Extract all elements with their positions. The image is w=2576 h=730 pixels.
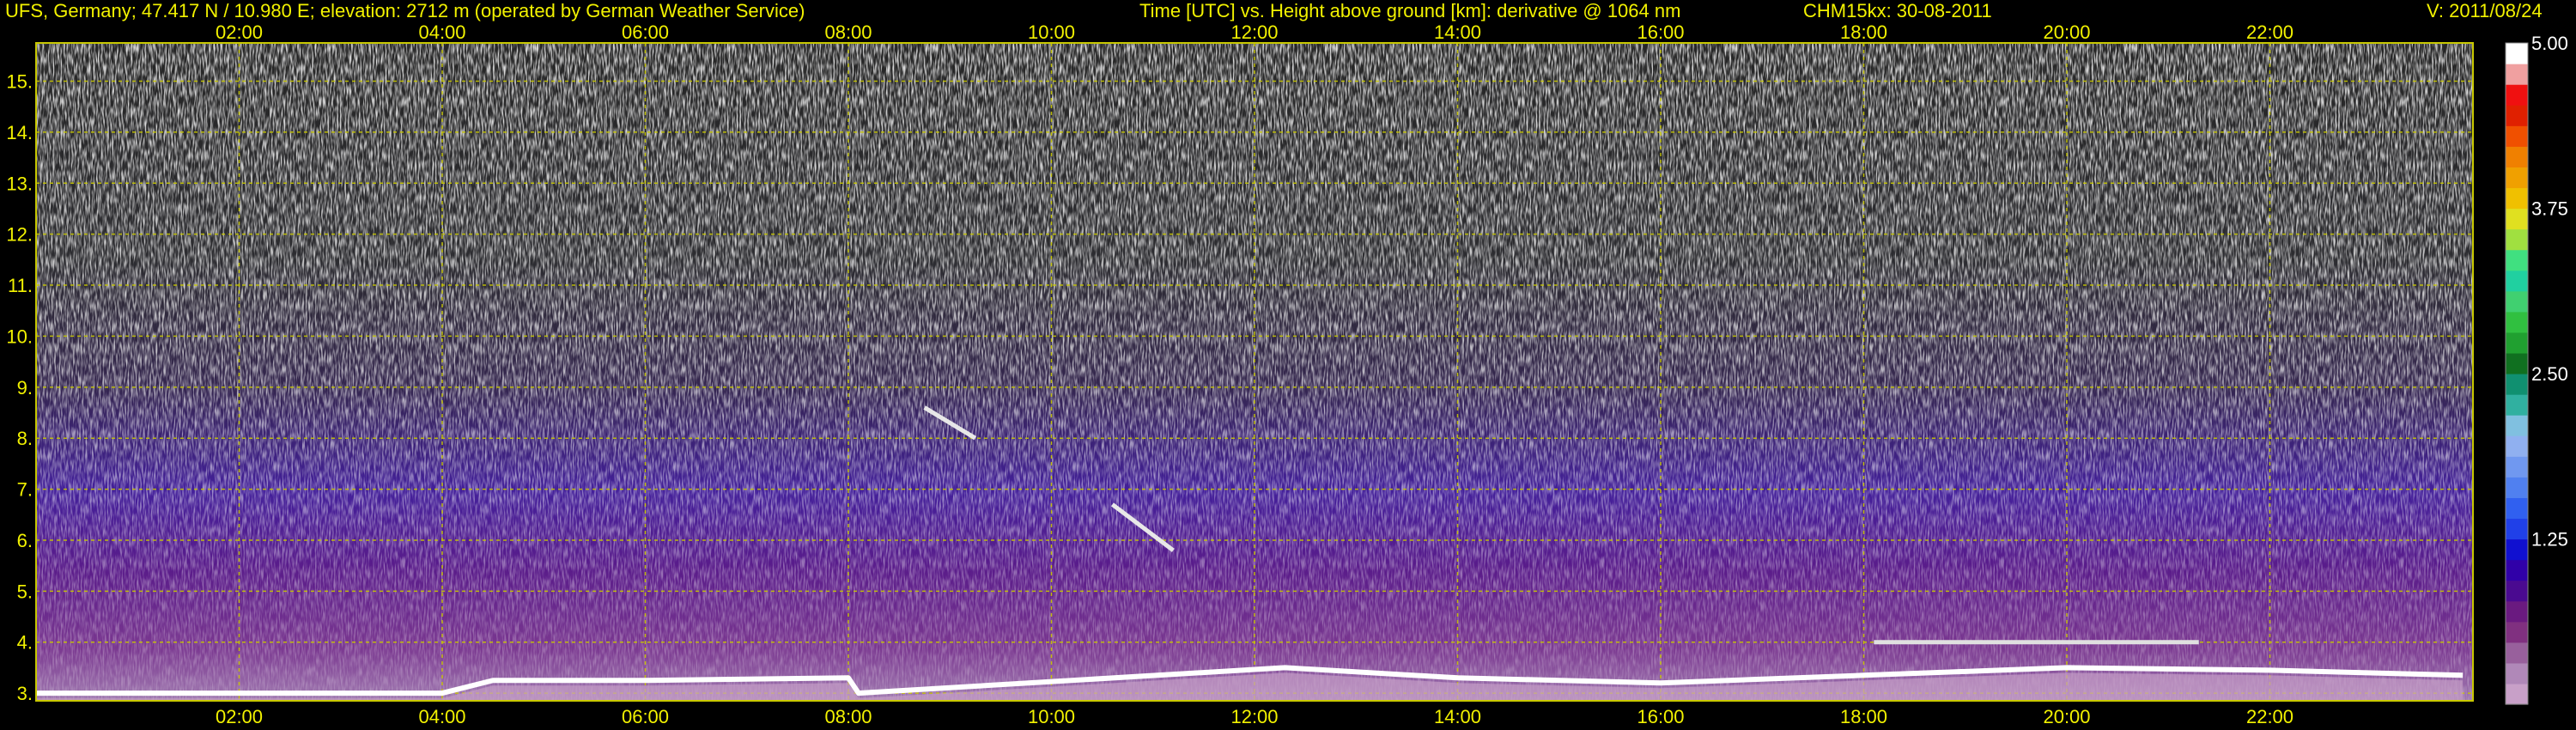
colorbar-segment (2506, 352, 2528, 374)
colorbar-segment (2506, 249, 2528, 271)
x-tick-label-bottom: 12:00 (1230, 706, 1278, 727)
y-tick-label: 3. (17, 683, 33, 704)
x-tick-label-top: 08:00 (824, 21, 872, 43)
colorbar-label: 5.00 (2531, 33, 2568, 54)
x-tick-label-top: 06:00 (622, 21, 669, 43)
x-tick-label-bottom: 22:00 (2246, 706, 2293, 727)
colorbar-segment (2506, 125, 2528, 147)
x-axis-bottom: 02:00 04:00 06:00 08:00 10:00 12:00 14:00 16:00… (216, 706, 2293, 727)
y-axis: 3. 4. 5. 6. 7. 8. 9. 10. 11. 12. 13. 14. 15. (6, 71, 33, 705)
colorbar-segment (2506, 518, 2528, 540)
y-tick-label: 13. (6, 173, 33, 194)
colorbar-segment (2506, 600, 2528, 623)
colorbar-segment (2506, 580, 2528, 602)
colorbar-segment (2506, 311, 2528, 333)
colorbar-segment (2506, 208, 2528, 230)
colorbar-segment (2506, 84, 2528, 106)
y-tick-label: 10. (6, 325, 33, 347)
colorbar-segment (2506, 187, 2528, 210)
x-tick-label-top: 18:00 (1840, 21, 1887, 43)
x-tick-label-top: 10:00 (1028, 21, 1075, 43)
colorbar-segment (2506, 290, 2528, 313)
y-tick-label: 9. (17, 377, 33, 398)
y-tick-label: 11. (8, 275, 33, 296)
lidar-plot: 3. 4. 5. 6. 7. 8. 9. 10. 11. 12. 13. 14. 15. 02:00 04… (6, 21, 2568, 727)
colorbar-segment (2506, 332, 2528, 354)
axis-description: Time [UTC] vs. Height above ground [km]:… (1139, 0, 1681, 21)
instrument-date: CHM15kx: 30-08-2011 (1803, 0, 1992, 21)
x-tick-label-top: 22:00 (2246, 21, 2293, 43)
colorbar-segment (2506, 394, 2528, 416)
colorbar-segment (2506, 662, 2528, 684)
x-tick-label-bottom: 16:00 (1637, 706, 1684, 727)
colorbar-segment (2506, 456, 2528, 478)
x-tick-label-top: 02:00 (216, 21, 263, 43)
location-label: UFS, Germany; 47.417 N / 10.980 E; eleva… (5, 0, 805, 21)
x-tick-label-bottom: 02:00 (216, 706, 263, 727)
colorbar-segment (2506, 559, 2528, 581)
y-tick-label: 6. (17, 530, 33, 551)
x-tick-label-bottom: 20:00 (2043, 706, 2090, 727)
x-tick-label-bottom: 14:00 (1434, 706, 1481, 727)
colorbar-segment (2506, 435, 2528, 457)
y-tick-label: 5. (17, 581, 33, 602)
colorbar-segment (2506, 683, 2528, 705)
version-label: V: 2011/08/24 (2427, 0, 2543, 21)
colorbar-segment (2506, 642, 2528, 664)
x-tick-label-bottom: 08:00 (824, 706, 872, 727)
colorbar-label: 3.75 (2531, 198, 2568, 220)
colorbar-label: 2.50 (2531, 363, 2568, 385)
colorbar-segment (2506, 146, 2528, 167)
x-tick-label-top: 04:00 (418, 21, 465, 43)
colorbar-segment (2506, 374, 2528, 395)
x-tick-label-top: 16:00 (1637, 21, 1684, 43)
colorbar-segment (2506, 497, 2528, 520)
colorbar-label: 1.25 (2531, 529, 2568, 551)
x-tick-label-top: 14:00 (1434, 21, 1481, 43)
x-tick-label-bottom: 06:00 (622, 706, 669, 727)
colorbar-segment (2506, 64, 2528, 85)
y-tick-label: 15. (6, 71, 33, 93)
colorbar-segment (2506, 415, 2528, 436)
x-tick-label-bottom: 04:00 (418, 706, 465, 727)
colorbar-segment (2506, 538, 2528, 561)
y-tick-label: 12. (6, 224, 33, 246)
x-axis-top: 02:00 04:00 06:00 08:00 10:00 12:00 14:00 16:00… (216, 21, 2293, 43)
colorbar-segment (2506, 167, 2528, 189)
x-tick-label-top: 20:00 (2043, 21, 2090, 43)
x-tick-label-bottom: 18:00 (1840, 706, 1887, 727)
y-tick-label: 8. (17, 428, 33, 449)
x-tick-label-top: 12:00 (1230, 21, 1278, 43)
colorbar-segment (2506, 621, 2528, 643)
colorbar: 5.00 3.75 2.50 1.25 (2505, 33, 2568, 705)
colorbar-segment (2506, 270, 2528, 292)
y-tick-label: 14. (6, 122, 33, 143)
x-tick-label-bottom: 10:00 (1028, 706, 1075, 727)
colorbar-segment (2506, 105, 2528, 126)
colorbar-segment (2506, 228, 2528, 251)
colorbar-segment (2506, 477, 2528, 498)
colorbar-segment (2506, 43, 2528, 64)
y-tick-label: 7. (17, 479, 33, 501)
y-tick-label: 4. (17, 632, 33, 654)
